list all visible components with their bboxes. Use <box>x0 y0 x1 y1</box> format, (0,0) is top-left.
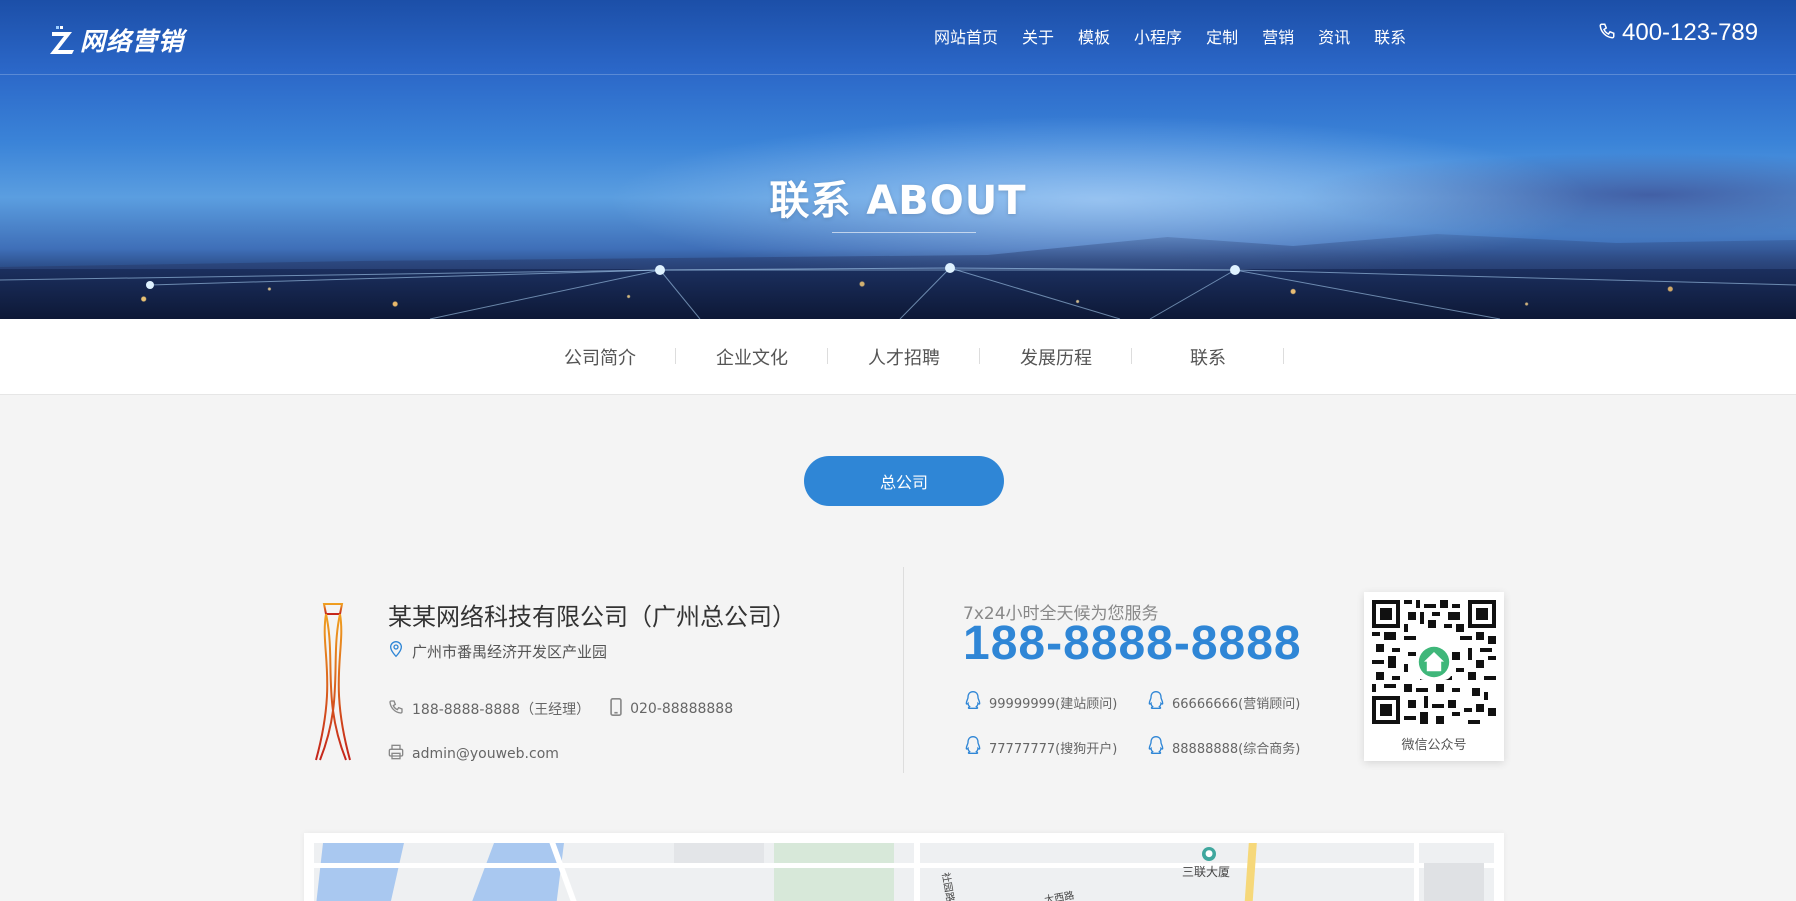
location-map[interactable]: ● 三联大厦 社园路 大西路 <box>314 843 1494 901</box>
phone-icon <box>1598 22 1616 44</box>
logo-mark-icon <box>48 26 76 54</box>
qq-contact[interactable]: 99999999(建站顾问) <box>963 690 1117 714</box>
contact-phones: 188-8888-8888（王经理） 020-88888888 <box>388 698 753 720</box>
email-text[interactable]: admin@youweb.com <box>412 746 559 762</box>
banner-title: 联系 ABOUT <box>769 178 1027 224</box>
sub-nav: 公司简介 企业文化 人才招聘 发展历程 联系 <box>0 319 1796 395</box>
map-main-road <box>1243 843 1257 901</box>
main-nav: 网站首页 关于 模板 小程序 定制 营销 资讯 联系 <box>934 24 1430 48</box>
contact-divider <box>903 567 904 773</box>
map-water <box>464 843 564 901</box>
nav-contact[interactable]: 联系 <box>1374 24 1406 48</box>
nav-marketing[interactable]: 营销 <box>1262 24 1294 48</box>
company-address: 广州市番禺经济开发区产业园 <box>388 640 607 662</box>
map-poi-label: 三联大厦 <box>1182 865 1231 879</box>
nav-news[interactable]: 资讯 <box>1318 24 1350 48</box>
mobile-number[interactable]: 188-8888-8888（王经理） <box>412 699 590 719</box>
headquarters-tab-button[interactable]: 总公司 <box>804 456 1004 506</box>
header-phone[interactable]: 400-123-789 <box>1598 19 1758 47</box>
qq-contact[interactable]: 77777777(搜狗开户) <box>963 735 1117 759</box>
nav-templates[interactable]: 模板 <box>1078 24 1110 48</box>
address-text: 广州市番禺经济开发区产业园 <box>412 642 608 661</box>
subnav-history[interactable]: 发展历程 <box>980 344 1132 370</box>
map-water <box>314 843 404 901</box>
map-block <box>1424 863 1484 901</box>
map-road <box>914 843 920 901</box>
logo-text: 网络营销 <box>80 27 185 56</box>
hotline-number[interactable]: 188-8888-8888 <box>963 616 1302 671</box>
qq-icon <box>963 690 983 714</box>
site-logo[interactable]: 网络营销 <box>48 22 184 58</box>
nav-miniprogram[interactable]: 小程序 <box>1134 24 1182 48</box>
qq-icon <box>963 735 983 759</box>
phone-icon <box>388 699 404 719</box>
nav-custom[interactable]: 定制 <box>1206 24 1238 48</box>
qq-label: 99999999(建站顾问) <box>989 696 1118 712</box>
map-container: ● 三联大厦 社园路 大西路 <box>304 833 1504 901</box>
subnav-recruit[interactable]: 人才招聘 <box>828 344 980 370</box>
printer-icon <box>388 744 404 764</box>
map-poi-icon[interactable]: ● <box>1202 847 1216 861</box>
header-phone-number: 400-123-789 <box>1622 19 1759 46</box>
subnav-contact[interactable]: 联系 <box>1132 344 1284 370</box>
qq-icon <box>1146 690 1166 714</box>
location-pin-icon <box>388 640 404 662</box>
qr-caption: 微信公众号 <box>1401 738 1467 753</box>
qq-contact[interactable]: 66666666(营销顾问) <box>1146 690 1300 714</box>
nav-about[interactable]: 关于 <box>1022 24 1054 48</box>
qq-label: 88888888(综合商务) <box>1172 741 1301 757</box>
canton-tower-icon <box>312 580 354 762</box>
map-road <box>1414 843 1419 901</box>
map-park <box>774 843 894 901</box>
contact-email: admin@youweb.com <box>388 744 559 764</box>
mobile-device-icon <box>610 698 622 720</box>
map-road-label: 大西路 <box>1043 890 1076 901</box>
subnav-intro[interactable]: 公司简介 <box>524 344 676 370</box>
wechat-qr-card: 微信公众号 <box>1364 592 1504 761</box>
nav-home[interactable]: 网站首页 <box>934 24 998 48</box>
qr-code-icon <box>1372 600 1496 724</box>
qq-contact[interactable]: 88888888(综合商务) <box>1146 735 1300 759</box>
banner-title-underline <box>832 232 976 233</box>
qq-icon <box>1146 735 1166 759</box>
map-block <box>674 843 764 863</box>
header-divider <box>0 74 1796 75</box>
hero-banner <box>0 0 1796 319</box>
company-name: 某某网络科技有限公司（广州总公司） <box>388 603 796 631</box>
qq-label: 66666666(营销顾问) <box>1172 696 1301 712</box>
network-lines <box>0 263 1796 319</box>
qq-label: 77777777(搜狗开户) <box>989 741 1118 757</box>
tel-number[interactable]: 020-88888888 <box>630 701 733 717</box>
map-road <box>314 863 1494 868</box>
subnav-culture[interactable]: 企业文化 <box>676 344 828 370</box>
map-road-label: 社园路 <box>939 871 956 901</box>
